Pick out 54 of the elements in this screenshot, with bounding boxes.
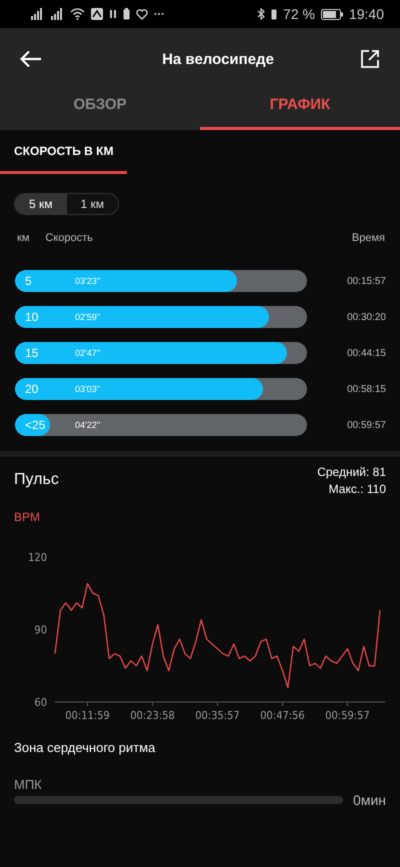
axis-label: 00:59:57 xyxy=(325,709,370,722)
pace-label: 04'22'' xyxy=(75,420,100,430)
battery-icon xyxy=(123,8,130,20)
pace-label: 03'03'' xyxy=(75,384,100,394)
axis-label: 60 xyxy=(34,696,47,709)
heart-icon xyxy=(136,8,148,20)
max-pulse: Макс.: 110 xyxy=(328,482,386,496)
battery-icon xyxy=(320,8,343,20)
distance-label: 10 xyxy=(25,310,40,324)
battery-percent: 72 % xyxy=(283,6,315,22)
split-time: 00:15:57 xyxy=(347,276,386,286)
distance-label: <25 xyxy=(25,418,46,432)
pace-label: 02'47'' xyxy=(75,348,100,358)
axis-label: 90 xyxy=(34,624,47,636)
axis-label: 00:11:59 xyxy=(65,709,110,722)
section-title: Пульс xyxy=(14,471,59,490)
clock: 19:40 xyxy=(348,6,384,22)
pace-label: 03'23'' xyxy=(75,276,100,286)
unit-label: BPM xyxy=(13,509,42,524)
column-header: км xyxy=(17,232,30,244)
zone-duration: 0мин xyxy=(353,792,386,808)
split-time: 00:59:57 xyxy=(347,420,386,430)
axis-label: 00:23:58 xyxy=(130,709,175,722)
axis-label: 00:35:57 xyxy=(195,709,240,722)
signal-icon xyxy=(50,8,64,20)
segment[interactable]: 1 км xyxy=(66,194,118,214)
average-pulse: Средний: 81 xyxy=(317,465,386,479)
distance-label: 5 xyxy=(25,274,33,288)
split-time: 00:58:15 xyxy=(347,384,386,394)
column-header: Скорость xyxy=(45,232,94,244)
wifi-icon xyxy=(70,8,85,20)
split-time: 00:30:20 xyxy=(347,312,386,322)
tab[interactable]: СКОРОСТЬ В КМ xyxy=(0,130,128,174)
app-icon xyxy=(91,8,103,20)
battery-icon xyxy=(271,8,278,20)
axis-label: 00:47:56 xyxy=(260,709,305,722)
distance-label: 20 xyxy=(25,382,40,396)
column-header: Время xyxy=(352,232,385,244)
split-time: 00:44:15 xyxy=(347,348,386,358)
bluetooth-icon xyxy=(257,8,266,20)
segment[interactable]: 5 км xyxy=(15,194,67,214)
pace-label: 02'59'' xyxy=(75,312,100,322)
axis-label: 120 xyxy=(28,551,47,564)
back-arrow-icon[interactable] xyxy=(20,50,42,68)
tab[interactable]: ОБЗОР xyxy=(0,90,200,130)
screen-title: На велосипеде xyxy=(162,50,274,68)
tab[interactable]: ГРАФИК xyxy=(200,90,400,130)
section-title: Зона сердечного ритма xyxy=(14,740,156,755)
share-icon[interactable] xyxy=(360,49,380,69)
zone-label: МПК xyxy=(14,777,43,792)
more-icon xyxy=(154,12,164,16)
signal-icon xyxy=(30,8,44,20)
distance-label: 15 xyxy=(25,346,40,360)
pause-icon xyxy=(109,9,117,19)
